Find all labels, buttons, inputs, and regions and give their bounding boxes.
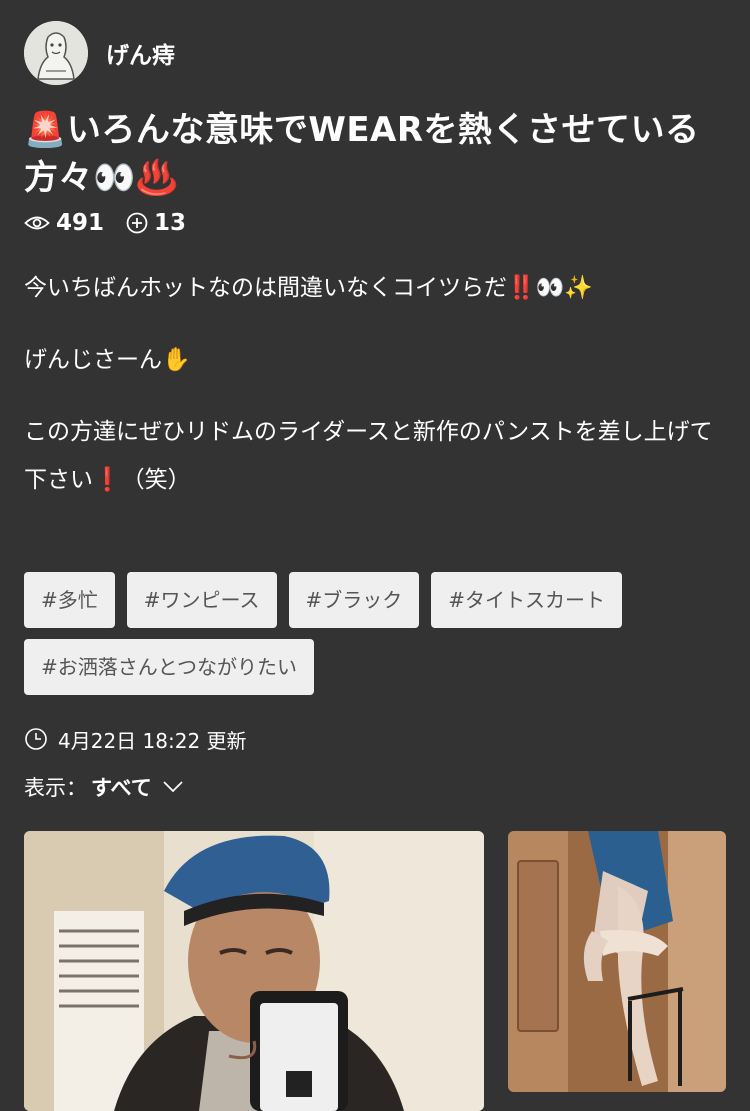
eye-icon	[24, 216, 50, 230]
post-description: 今いちばんホットなのは間違いなくコイツらだ‼️👀✨ げんじさーん✋ この方達にぜ…	[24, 264, 724, 504]
description-line: この方達にぜひリドムのライダースと新作のパンストを差し上げて下さい❗️（笑）	[24, 419, 713, 493]
user-header[interactable]: げん痔	[24, 20, 175, 86]
plus-circle-icon[interactable]	[126, 212, 148, 234]
description-line: 今いちばんホットなのは間違いなくコイツらだ‼️👀✨	[24, 275, 593, 301]
save-count[interactable]: 13	[126, 210, 186, 236]
tag-list: #多忙 #ワンピース #ブラック #タイトスカート #お洒落さんとつながりたい	[24, 572, 724, 706]
avatar[interactable]	[24, 21, 88, 85]
save-count-value: 13	[154, 210, 187, 236]
coordinate-photo[interactable]	[508, 831, 726, 1092]
display-filter[interactable]: 表示： すべて	[24, 770, 184, 804]
updated-time: 4月22日 18:22 更新	[24, 722, 247, 756]
post-title: 🚨いろんな意味でWEARを熱くさせている方々👀♨️	[24, 110, 700, 198]
tag-chip[interactable]: #ワンピース	[126, 572, 277, 628]
post-stats: 491 13	[24, 206, 208, 240]
clock-icon	[25, 728, 47, 750]
view-count-value: 491	[56, 210, 105, 236]
coordinate-photo[interactable]	[24, 831, 484, 1111]
display-filter-label: 表示：	[24, 776, 87, 800]
tag-chip[interactable]: #お洒落さんとつながりたい	[24, 639, 314, 695]
display-filter-value[interactable]: すべて	[91, 772, 152, 802]
username[interactable]: げん痔	[106, 36, 175, 70]
tag-chip[interactable]: #多忙	[24, 572, 115, 628]
chevron-down-icon[interactable]	[162, 780, 184, 794]
tag-chip[interactable]: #タイトスカート	[431, 572, 623, 628]
view-count: 491	[24, 210, 104, 236]
description-line: げんじさーん✋	[24, 347, 191, 373]
updated-text: 4月22日 18:22 更新	[58, 728, 247, 753]
tag-chip[interactable]: #ブラック	[288, 572, 420, 628]
